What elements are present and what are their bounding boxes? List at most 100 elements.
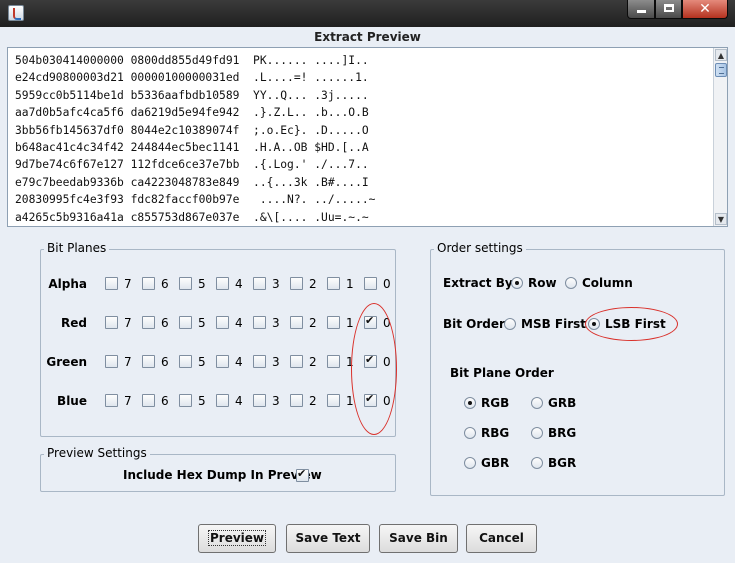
preview-line: a4265c5b9316a41a c855753d867e037e .&\[..… xyxy=(15,210,369,224)
bit-checkbox-alpha-6[interactable] xyxy=(142,277,155,290)
bit-checkbox-green-5[interactable] xyxy=(179,355,192,368)
extract-dialog: ✕ Extract Preview 504b030414000000 0800d… xyxy=(0,0,735,563)
close-button[interactable]: ✕ xyxy=(682,0,728,19)
bit-checkbox-red-2[interactable] xyxy=(290,316,303,329)
bit-plane-order-grb-radio[interactable] xyxy=(531,397,543,409)
bit-number-label: 4 xyxy=(235,394,243,408)
maximize-button[interactable] xyxy=(655,0,682,19)
save-bin-button-label: Save Bin xyxy=(389,531,448,545)
lsb-first-radio[interactable] xyxy=(588,318,600,330)
bit-checkbox-green-1[interactable] xyxy=(327,355,340,368)
bit-checkbox-blue-3[interactable] xyxy=(253,394,266,407)
title-bar[interactable]: ✕ xyxy=(0,0,735,27)
rgb-label[interactable]: RGB xyxy=(481,394,509,412)
bit-number-label: 3 xyxy=(272,355,280,369)
bit-number-label: 1 xyxy=(346,394,354,408)
bit-number-label: 2 xyxy=(309,316,317,330)
extract-by-row-label[interactable]: Row xyxy=(528,274,557,292)
bit-number-label: 1 xyxy=(346,316,354,330)
bit-plane-order-gbr-radio[interactable] xyxy=(464,457,476,469)
preview-line: 504b030414000000 0800dd855d49fd91 PK....… xyxy=(15,54,369,67)
bit-checkbox-red-1[interactable] xyxy=(327,316,340,329)
gbr-label[interactable]: GBR xyxy=(481,454,509,472)
extract-by-label: Extract By xyxy=(443,276,513,290)
msb-first-label[interactable]: MSB First xyxy=(521,315,586,333)
bit-checkbox-green-0[interactable] xyxy=(364,353,377,368)
bit-number-label: 6 xyxy=(161,277,169,291)
maximize-icon xyxy=(663,4,674,12)
bit-number-label: 4 xyxy=(235,355,243,369)
bit-checkbox-red-6[interactable] xyxy=(142,316,155,329)
bit-checkbox-alpha-1[interactable] xyxy=(327,277,340,290)
bit-number-label: 2 xyxy=(309,394,317,408)
minimize-icon xyxy=(636,10,646,13)
preview-scrollbar[interactable]: ▲ ▼ xyxy=(713,48,727,226)
save-text-button-label: Save Text xyxy=(295,531,361,545)
scroll-down-arrow-icon[interactable]: ▼ xyxy=(715,213,727,225)
bit-plane-row-label: Green xyxy=(46,355,87,369)
bit-checkbox-alpha-5[interactable] xyxy=(179,277,192,290)
bit-checkbox-alpha-4[interactable] xyxy=(216,277,229,290)
scroll-thumb[interactable] xyxy=(715,63,727,77)
bit-plane-order-rgb-radio[interactable] xyxy=(464,397,476,409)
bit-checkbox-green-6[interactable] xyxy=(142,355,155,368)
bit-plane-row-label: Blue xyxy=(57,394,87,408)
preview-settings-group: Preview Settings Include Hex Dump In Pre… xyxy=(40,446,396,492)
preview-text-area[interactable]: 504b030414000000 0800dd855d49fd91 PK....… xyxy=(7,47,728,227)
bit-checkbox-blue-6[interactable] xyxy=(142,394,155,407)
bit-number-label: 1 xyxy=(346,355,354,369)
bit-checkbox-red-7[interactable] xyxy=(105,316,118,329)
bit-plane-order-bgr-radio[interactable] xyxy=(531,457,543,469)
lsb-first-label[interactable]: LSB First xyxy=(605,315,666,333)
grb-label[interactable]: GRB xyxy=(548,394,576,412)
scroll-up-arrow-icon[interactable]: ▲ xyxy=(715,49,727,61)
order-settings-title: Order settings xyxy=(434,241,526,255)
bit-plane-row-blue: Blue 7 6 5 4 3 2 1 0 xyxy=(41,391,397,411)
bit-checkbox-blue-2[interactable] xyxy=(290,394,303,407)
extract-by-column-radio[interactable] xyxy=(565,277,577,289)
bit-checkbox-blue-5[interactable] xyxy=(179,394,192,407)
bit-checkbox-green-2[interactable] xyxy=(290,355,303,368)
preview-hex-text[interactable]: 504b030414000000 0800dd855d49fd91 PK....… xyxy=(8,48,714,226)
bit-planes-title: Bit Planes xyxy=(44,241,110,255)
bit-number-label: 5 xyxy=(198,355,206,369)
save-text-button[interactable]: Save Text xyxy=(286,524,370,553)
include-hex-dump-checkbox[interactable] xyxy=(296,467,309,482)
order-settings-group: Order settings Extract By Row Column Bit… xyxy=(430,241,725,496)
bit-checkbox-alpha-0[interactable] xyxy=(364,277,377,290)
preview-line: aa7d0b5afc4ca5f6 da6219d5e94fe942 .}.Z.L… xyxy=(15,106,369,120)
bit-checkbox-green-7[interactable] xyxy=(105,355,118,368)
bit-number-label: 0 xyxy=(383,355,391,369)
bit-checkbox-green-4[interactable] xyxy=(216,355,229,368)
bit-checkbox-green-3[interactable] xyxy=(253,355,266,368)
brg-label[interactable]: BRG xyxy=(548,424,576,442)
close-icon: ✕ xyxy=(699,1,711,17)
bit-checkbox-blue-4[interactable] xyxy=(216,394,229,407)
preview-line: 5959cc0b5114be1d b5336aafbdb10589 YY..Q.… xyxy=(15,88,369,102)
bgr-label[interactable]: BGR xyxy=(548,454,576,472)
cancel-button[interactable]: Cancel xyxy=(466,524,537,553)
bit-checkbox-red-5[interactable] xyxy=(179,316,192,329)
bit-checkbox-blue-0[interactable] xyxy=(364,392,377,407)
bit-number-label: 5 xyxy=(198,316,206,330)
msb-first-radio[interactable] xyxy=(504,318,516,330)
bit-checkbox-alpha-3[interactable] xyxy=(253,277,266,290)
bit-number-label: 4 xyxy=(235,277,243,291)
bit-checkbox-alpha-7[interactable] xyxy=(105,277,118,290)
bit-plane-order-rbg-radio[interactable] xyxy=(464,427,476,439)
preview-title: Extract Preview xyxy=(314,30,421,44)
extract-by-column-label[interactable]: Column xyxy=(582,274,633,292)
preview-button[interactable]: Preview xyxy=(198,524,276,553)
bit-plane-row-label: Red xyxy=(61,316,87,330)
bit-checkbox-red-4[interactable] xyxy=(216,316,229,329)
minimize-button[interactable] xyxy=(627,0,655,19)
bit-checkbox-blue-7[interactable] xyxy=(105,394,118,407)
bit-checkbox-blue-1[interactable] xyxy=(327,394,340,407)
save-bin-button[interactable]: Save Bin xyxy=(379,524,458,553)
bit-checkbox-alpha-2[interactable] xyxy=(290,277,303,290)
rbg-label[interactable]: RBG xyxy=(481,424,509,442)
extract-by-row-radio[interactable] xyxy=(511,277,523,289)
bit-plane-order-brg-radio[interactable] xyxy=(531,427,543,439)
bit-checkbox-red-0[interactable] xyxy=(364,314,377,329)
bit-checkbox-red-3[interactable] xyxy=(253,316,266,329)
